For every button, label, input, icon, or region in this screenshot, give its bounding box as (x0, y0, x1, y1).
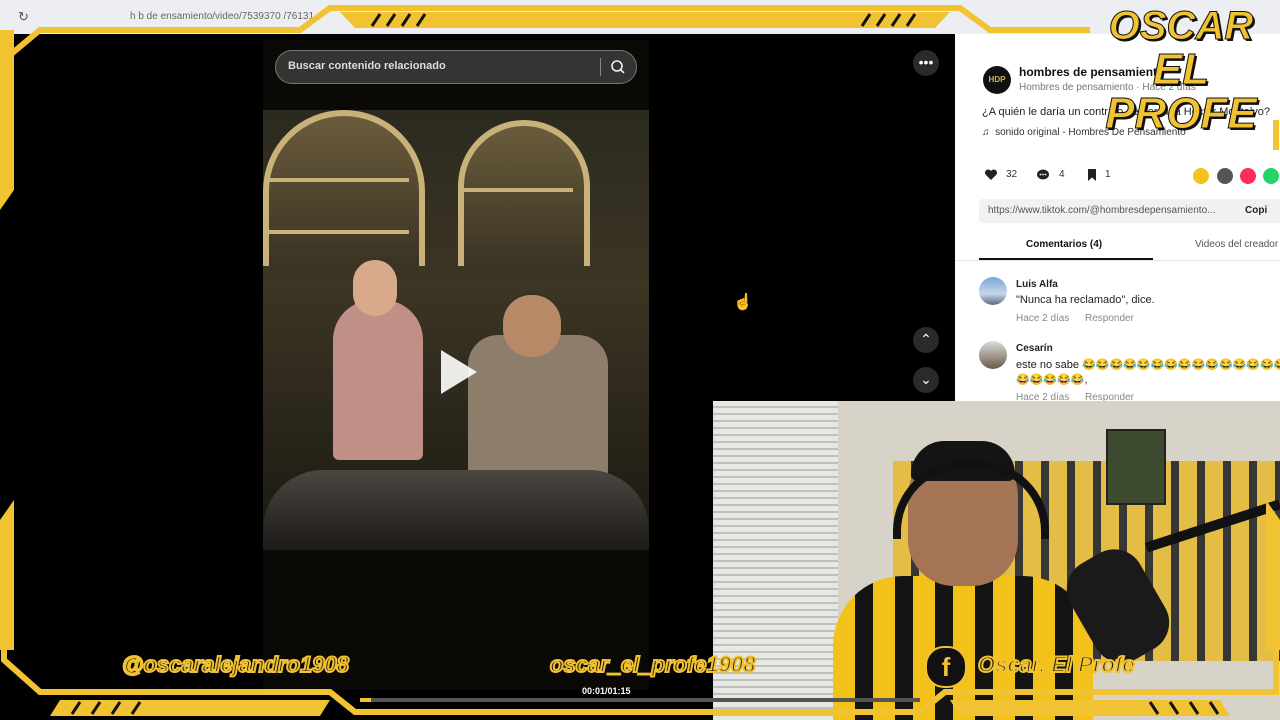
account-avatar[interactable]: HDP (983, 66, 1011, 94)
bookmark-icon[interactable] (1085, 168, 1099, 182)
comment-author[interactable]: Luis Alfa (1016, 279, 1058, 290)
mouse-cursor-icon: ☝ (733, 294, 753, 311)
video-frame (263, 110, 649, 550)
comment-author[interactable]: Cesarín (1016, 343, 1053, 354)
share-link-text[interactable]: https://www.tiktok.com/@hombresdepensami… (988, 205, 1215, 216)
comment-time: Hace 2 días (1016, 392, 1070, 401)
progress-fill (360, 698, 372, 702)
reply-button[interactable]: Responder (1085, 313, 1134, 324)
bar-shelf-arch (263, 110, 425, 266)
search-icon[interactable] (608, 57, 628, 77)
comment-text: "Nunca ha reclamado", dice. (1016, 294, 1155, 306)
whatsapp-icon[interactable] (1263, 168, 1279, 184)
shelf (269, 178, 409, 182)
heart-icon[interactable] (984, 168, 998, 182)
comment-time: Hace 2 días (1016, 313, 1070, 324)
comment-count: 4 (1059, 169, 1065, 180)
woman-figure (333, 300, 423, 460)
tab-divider (955, 260, 1280, 261)
brand-line-2: EL PROFE (1105, 45, 1258, 138)
repost-icon[interactable] (1193, 168, 1209, 184)
save-count: 1 (1105, 169, 1111, 180)
tiktok-handle: oscar_el_profe1908 (549, 651, 756, 678)
comment-icon[interactable] (1036, 168, 1050, 182)
like-count: 32 (1006, 169, 1018, 180)
more-icon: ••• (918, 54, 934, 70)
video-time: 00:01/01:15 (582, 686, 631, 696)
share-link-box[interactable]: https://www.tiktok.com/@hombresdepensami… (979, 199, 1280, 223)
reload-icon[interactable]: ↻ (18, 9, 29, 25)
man-head (503, 295, 561, 357)
shelf (463, 188, 573, 192)
search-input[interactable]: Buscar contenido relacionado (288, 60, 446, 72)
search-divider (600, 58, 601, 76)
man-figure (468, 335, 608, 485)
woman-head (353, 260, 397, 316)
related-search-bar[interactable]: Buscar contenido relacionado (275, 50, 637, 84)
chevron-up-icon: ⌃ (920, 331, 932, 347)
instagram-handle: @oscaralejandro1908 (121, 651, 350, 678)
previous-video-button[interactable]: ⌃ (913, 327, 939, 353)
brand-line-1: OSCAR (1108, 4, 1254, 49)
facebook-icon: f (925, 646, 967, 688)
bar-shelf-arch (458, 120, 590, 266)
tab-creator-videos[interactable]: Videos del creador (1195, 239, 1278, 250)
comment-text: este no sabe 😂😂😂😂😂😂😂😂😂😂😂😂😂😂😂😂 (1016, 359, 1280, 371)
copy-link-button[interactable]: Copi (1245, 205, 1267, 216)
more-options-button[interactable]: ••• (913, 50, 939, 76)
send-icon[interactable] (1240, 168, 1256, 184)
video-player[interactable]: Buscar contenido relacionado (263, 40, 649, 690)
bar-table (263, 470, 649, 550)
comment-text-continued: 😂😂😂😂😂, (1016, 374, 1088, 386)
facebook-handle: Oscar, El Profe (977, 651, 1136, 678)
url-text[interactable]: h b de ensamiento/video/7539370 /76131 (130, 11, 314, 22)
active-tab-indicator (979, 258, 1153, 260)
avatar[interactable] (979, 341, 1007, 369)
tab-comments[interactable]: Comentarios (4) (1026, 239, 1102, 250)
next-video-button[interactable]: ⌄ (913, 367, 939, 393)
embed-icon[interactable] (1217, 168, 1233, 184)
wall-poster (1106, 429, 1166, 505)
music-note-icon: ♫ (982, 127, 990, 138)
video-progress-bar[interactable] (360, 698, 920, 702)
brand-logo: OSCAR EL PROFE (1082, 4, 1280, 138)
avatar[interactable] (979, 277, 1007, 305)
chevron-down-icon: ⌄ (920, 371, 932, 387)
play-icon[interactable] (441, 350, 477, 394)
reply-button[interactable]: Responder (1085, 392, 1134, 401)
shelf (269, 230, 409, 234)
